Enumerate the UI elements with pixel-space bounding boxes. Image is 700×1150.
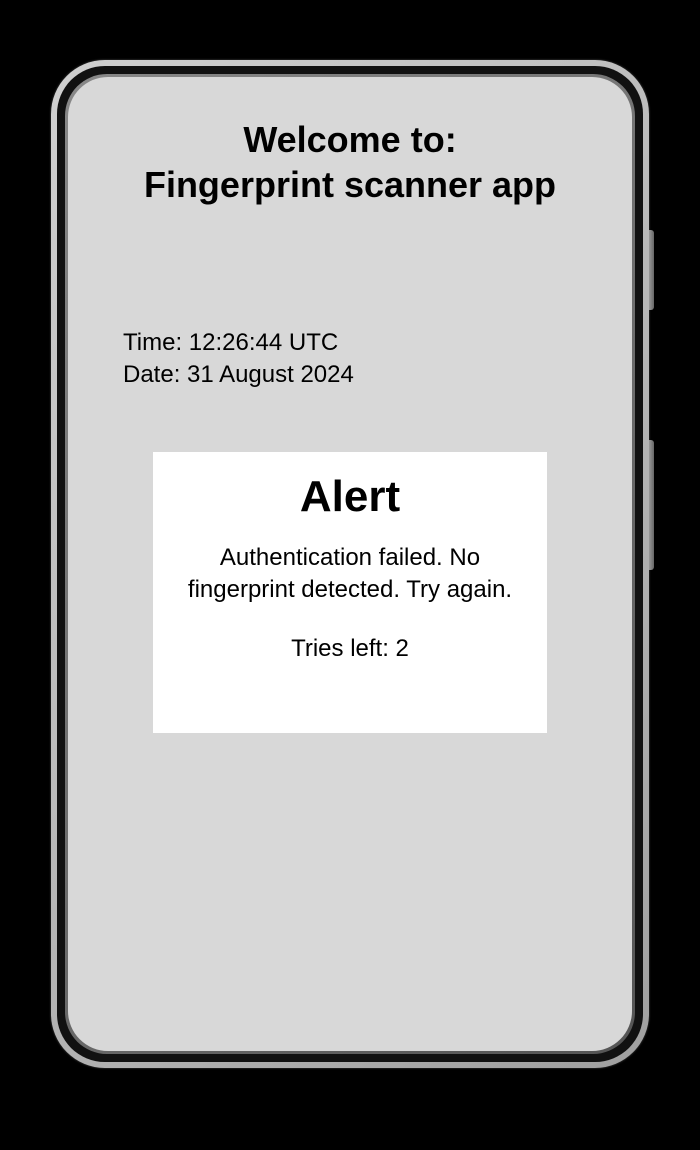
phone-side-button-bottom[interactable] — [649, 440, 654, 570]
date-row: Date: 31 August 2024 — [123, 359, 612, 391]
phone-inner-ring: Welcome to: Fingerprint scanner app Time… — [65, 74, 635, 1054]
alert-tries: Tries left: 2 — [173, 635, 527, 663]
datetime-block: Time: 12:26:44 UTC Date: 31 August 2024 — [123, 327, 612, 392]
tries-label: Tries left: — [291, 635, 395, 662]
alert-dialog: Alert Authentication failed. No fingerpr… — [153, 452, 547, 733]
page-title: Welcome to: Fingerprint scanner app — [88, 117, 612, 207]
tries-value: 2 — [396, 635, 409, 662]
time-value: 12:26:44 UTC — [189, 329, 338, 356]
phone-bezel: Welcome to: Fingerprint scanner app Time… — [57, 66, 643, 1062]
time-row: Time: 12:26:44 UTC — [123, 327, 612, 359]
phone-screen: Welcome to: Fingerprint scanner app Time… — [68, 77, 632, 1051]
time-label: Time: — [123, 329, 189, 356]
alert-title: Alert — [173, 472, 527, 522]
alert-message: Authentication failed. No fingerprint de… — [173, 542, 527, 607]
title-line-2: Fingerprint scanner app — [144, 164, 556, 205]
phone-side-button-top[interactable] — [649, 230, 654, 310]
title-line-1: Welcome to: — [243, 119, 456, 160]
date-label: Date: — [123, 361, 187, 388]
phone-device-frame: Welcome to: Fingerprint scanner app Time… — [51, 60, 649, 1068]
date-value: 31 August 2024 — [187, 361, 354, 388]
